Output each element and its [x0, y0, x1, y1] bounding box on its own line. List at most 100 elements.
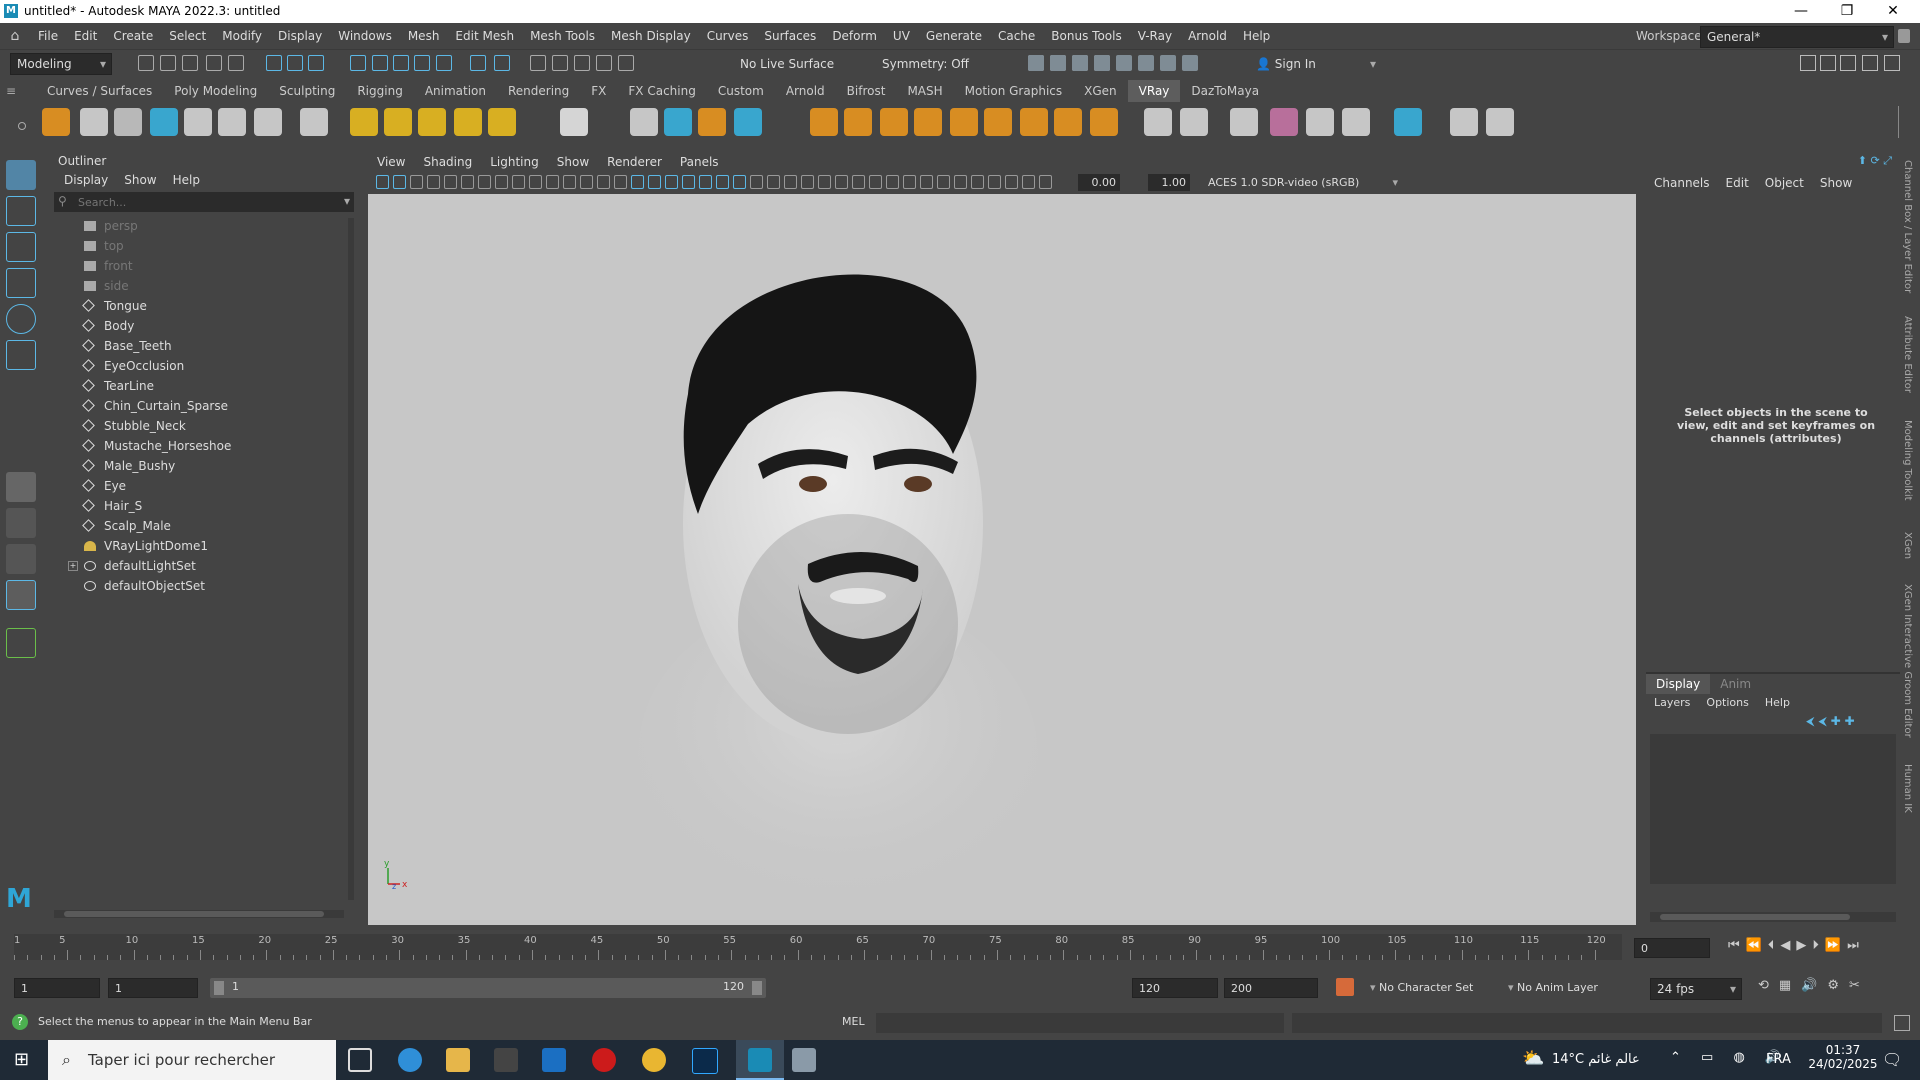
shelf-tab[interactable]: MASH — [896, 80, 953, 102]
vray-arrows-icon[interactable] — [1394, 108, 1422, 136]
outliner-item[interactable]: + defaultLightSet — [48, 556, 338, 576]
viewport-tool-icon[interactable] — [954, 175, 967, 189]
range-start-handle[interactable] — [214, 981, 224, 995]
workspace-dropdown[interactable]: General* — [1700, 26, 1894, 48]
viewport-menu-item[interactable]: Renderer — [598, 152, 671, 172]
viewport-panel[interactable]: View Shading Lighting Show Renderer Panels 0.… — [368, 152, 1636, 925]
time-slider-track[interactable]: 1 5 10 15 20 25 30 35 40 45 50 55 60 65 70 75 80 85 90 95 10… — [14, 934, 1622, 960]
rotate-tool-icon[interactable] — [6, 304, 36, 334]
menu-item[interactable]: Select — [161, 23, 214, 49]
vray-gradient-icon[interactable] — [1270, 108, 1298, 136]
filter-icon[interactable]: ⚲ — [58, 194, 67, 208]
vray-hair-icon[interactable] — [114, 108, 142, 136]
help-icon[interactable]: ? — [12, 1014, 28, 1030]
outliner-item[interactable]: Base_Teeth — [48, 336, 338, 356]
symmetry-dropdown[interactable]: Symmetry: Off — [882, 53, 969, 75]
time-slider[interactable]: 1 5 10 15 20 25 30 35 40 45 50 55 60 65 70 75 80 85 90 95 10… — [0, 928, 1920, 968]
vray-clipper-icon[interactable] — [914, 108, 942, 136]
shelf-tab[interactable]: Animation — [414, 80, 497, 102]
vray-light-select-icon[interactable] — [150, 108, 178, 136]
viewport-tool-icon[interactable] — [563, 175, 576, 189]
viewport-tool-icon[interactable] — [920, 175, 933, 189]
outliner-item[interactable]: Mustache_Horseshoe — [48, 436, 338, 456]
outliner-search-input[interactable] — [76, 193, 340, 211]
shelf-tab[interactable]: Rigging — [346, 80, 413, 102]
viewport-tool-icon[interactable] — [733, 175, 746, 189]
vray-plane-icon[interactable] — [560, 108, 588, 136]
viewport-tool-icon[interactable] — [665, 175, 678, 189]
select-hierarchy-icon[interactable] — [266, 55, 282, 71]
menu-item[interactable]: File — [30, 23, 66, 49]
scrollbar-thumb[interactable] — [64, 911, 324, 917]
menu-item[interactable]: Cache — [990, 23, 1043, 49]
history-icon[interactable] — [530, 55, 546, 71]
shelf-tab[interactable]: Poly Modeling — [163, 80, 268, 102]
outliner-item[interactable]: Chin_Curtain_Sparse — [48, 396, 338, 416]
menu-item[interactable]: Generate — [918, 23, 990, 49]
channel-box-menu-item[interactable]: Channels — [1646, 172, 1718, 194]
viewport-scene[interactable]: y x z — [368, 194, 1636, 925]
save-scene-icon[interactable] — [182, 55, 198, 71]
shelf-tab[interactable]: Rendering — [497, 80, 580, 102]
shelf-tab[interactable]: Sculpting — [268, 80, 346, 102]
vray-sun-icon[interactable] — [488, 108, 516, 136]
menu-item[interactable]: Edit Mesh — [447, 23, 522, 49]
side-tab[interactable]: Channel Box / Layer Editor — [1902, 160, 1913, 293]
render-view-icon[interactable] — [1050, 55, 1066, 71]
layer-menu-item[interactable]: Help — [1757, 694, 1798, 712]
playback-start-field[interactable]: 1 — [108, 978, 198, 998]
input-language[interactable]: FRA — [1766, 1052, 1791, 1067]
vray-scatter-icon[interactable] — [1054, 108, 1082, 136]
shelf-tab[interactable]: DazToMaya — [1180, 80, 1270, 102]
outliner-menu-item[interactable]: Help — [165, 170, 208, 190]
playback-controls[interactable]: ⏮⏪⏴◀▶⏵⏩⏭ — [1728, 938, 1865, 953]
render-region-icon[interactable] — [1182, 55, 1198, 71]
snapshot-icon[interactable] — [1028, 55, 1044, 71]
viewport-tool-icon[interactable] — [682, 175, 695, 189]
viewport-tool-icon[interactable] — [1039, 175, 1052, 189]
viewport-tool-icon[interactable] — [886, 175, 899, 189]
viewport-tool-icon[interactable] — [529, 175, 542, 189]
fps-dropdown[interactable]: 24 fps — [1650, 978, 1742, 1000]
ipr-render-icon[interactable] — [596, 55, 612, 71]
character-controls-icon[interactable] — [1820, 55, 1836, 71]
edge-icon[interactable] — [398, 1048, 422, 1072]
playback-end-field[interactable]: 120 — [1132, 978, 1218, 998]
notifications-icon[interactable]: 🗨 — [1882, 1050, 1902, 1069]
shelf-tab[interactable]: XGen — [1073, 80, 1128, 102]
layer-menu-item[interactable]: Options — [1698, 694, 1756, 712]
character-set-dropdown[interactable]: ▾ No Character Set — [1370, 978, 1510, 998]
menu-item[interactable]: Modify — [214, 23, 270, 49]
animation-start-field[interactable]: 1 — [14, 978, 100, 998]
shelf-tab[interactable]: VRay — [1127, 80, 1181, 102]
command-input[interactable] — [876, 1013, 1284, 1033]
viewport-tool-icon[interactable] — [614, 175, 627, 189]
layer-horizontal-scrollbar[interactable] — [1650, 912, 1896, 922]
undo-icon[interactable] — [206, 55, 222, 71]
vray-ies-light-icon[interactable] — [454, 108, 482, 136]
animation-end-field[interactable]: 200 — [1224, 978, 1318, 998]
vray-rect-light-icon[interactable] — [350, 108, 378, 136]
side-tab[interactable]: Modeling Toolkit — [1902, 420, 1913, 501]
vray-fur-icon[interactable] — [880, 108, 908, 136]
gamma-field[interactable]: 1.00 — [1148, 174, 1190, 191]
menu-item[interactable]: Surfaces — [756, 23, 824, 49]
side-tab[interactable]: Attribute Editor — [1902, 316, 1913, 393]
viewport-tool-icon[interactable] — [410, 175, 423, 189]
modeling-toolkit-icon[interactable] — [1800, 55, 1816, 71]
menu-item[interactable]: Help — [1235, 23, 1278, 49]
outliner-menu-item[interactable]: Show — [116, 170, 164, 190]
close-button[interactable]: ✕ — [1870, 0, 1916, 23]
stop-render-icon[interactable] — [1160, 55, 1176, 71]
outliner-search-box[interactable]: ⚲ ▾ — [54, 192, 354, 212]
chevron-down-icon[interactable]: ▾ — [344, 194, 350, 208]
side-tab[interactable]: XGen Interactive Groom Editor — [1902, 584, 1913, 738]
viewport-tool-icon[interactable] — [937, 175, 950, 189]
vray-cube-icon[interactable] — [630, 108, 658, 136]
lock-icon[interactable] — [1898, 29, 1910, 43]
side-tab[interactable]: XGen — [1902, 532, 1913, 559]
viewport-tool-icon[interactable] — [801, 175, 814, 189]
outliner-item[interactable]: Male_Bushy — [48, 456, 338, 476]
outlook-icon[interactable] — [542, 1048, 566, 1072]
render-frame-icon[interactable] — [574, 55, 590, 71]
